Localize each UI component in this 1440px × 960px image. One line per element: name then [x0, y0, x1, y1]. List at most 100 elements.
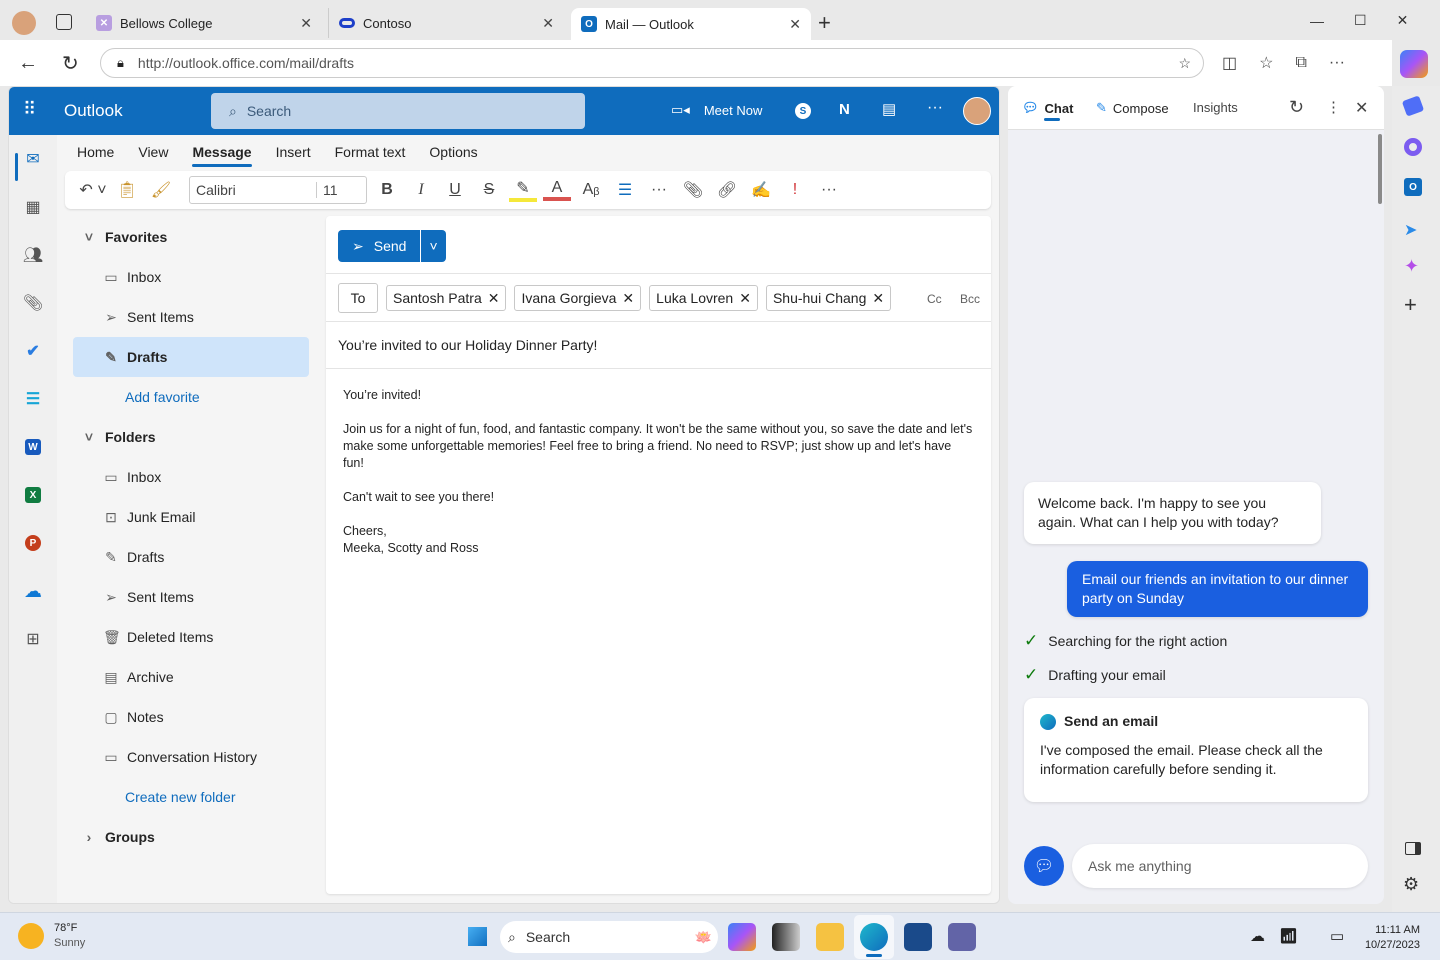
- tab-format-text[interactable]: Format text: [323, 141, 418, 165]
- paste-icon[interactable]: 📋︎: [113, 180, 141, 200]
- font-color-icon[interactable]: A: [543, 179, 571, 201]
- tab-chat[interactable]: 💬︎Chat: [1022, 100, 1073, 116]
- underline-icon[interactable]: U: [441, 181, 469, 199]
- folder-conversation-history[interactable]: ▭Conversation History: [73, 737, 309, 777]
- m365-icon[interactable]: [1404, 138, 1422, 156]
- search-box[interactable]: ⌕Search: [211, 93, 585, 129]
- teams-icon[interactable]: [948, 923, 976, 951]
- tab-view[interactable]: View: [126, 141, 180, 165]
- fav-inbox[interactable]: ▭Inbox: [73, 257, 309, 297]
- add-favorite-icon[interactable]: ☆: [1178, 55, 1191, 72]
- recipient-chip[interactable]: Santosh Patra✕: [386, 285, 506, 311]
- designer-icon[interactable]: ✦: [1404, 256, 1419, 277]
- undo-icon[interactable]: ↶ ˅: [79, 180, 107, 200]
- onedrive-icon[interactable]: ☁: [9, 567, 57, 615]
- refresh-icon[interactable]: ↻: [1289, 97, 1304, 118]
- back-button[interactable]: ←: [18, 52, 38, 75]
- favorites-header[interactable]: ˅Favorites: [73, 217, 309, 257]
- close-tab-icon[interactable]: ✕: [300, 15, 312, 32]
- importance-icon[interactable]: !: [781, 181, 809, 199]
- app-launcher-icon[interactable]: ⠿: [23, 99, 36, 120]
- outlook-sidebar-icon[interactable]: O: [1404, 178, 1422, 196]
- battery-icon[interactable]: ▭: [1330, 927, 1344, 945]
- bullets-icon[interactable]: ☰: [611, 180, 639, 200]
- minimize-button[interactable]: —: [1310, 13, 1324, 29]
- todo-icon[interactable]: ✔: [9, 327, 57, 375]
- powerpoint-icon[interactable]: P: [9, 519, 57, 567]
- tab-bellows-college[interactable]: ✕ Bellows College ✕: [86, 8, 322, 38]
- font-picker[interactable]: Calibri 11: [189, 176, 367, 204]
- copilot-taskbar-icon[interactable]: [728, 923, 756, 951]
- bold-icon[interactable]: B: [373, 181, 401, 199]
- edge-taskbar-icon[interactable]: [860, 923, 888, 951]
- onenote-icon[interactable]: N: [839, 101, 850, 118]
- tab-compose[interactable]: ✎Compose: [1096, 100, 1169, 116]
- close-tab-icon[interactable]: ✕: [789, 16, 801, 33]
- calendar-sync-icon[interactable]: ▤: [882, 100, 896, 118]
- remove-recipient-icon[interactable]: ✕: [488, 290, 500, 307]
- folder-archive[interactable]: ▤Archive: [73, 657, 309, 697]
- people-icon[interactable]: 👥︎: [9, 231, 57, 279]
- message-body[interactable]: You’re invited! Join us for a night of f…: [343, 387, 973, 557]
- hide-sidebar-icon[interactable]: [1405, 842, 1421, 855]
- calendar-icon[interactable]: ▦: [9, 183, 57, 231]
- tab-actions-icon[interactable]: [56, 14, 72, 30]
- folders-header[interactable]: ˅Folders: [73, 417, 309, 457]
- scrollbar[interactable]: [1378, 134, 1382, 204]
- more-icon[interactable]: ···: [927, 99, 943, 117]
- collections-icon[interactable]: ⧉: [1295, 54, 1306, 72]
- remove-recipient-icon[interactable]: ✕: [872, 290, 884, 307]
- maximize-button[interactable]: ☐: [1354, 12, 1367, 29]
- tab-contoso[interactable]: Contoso ✕: [328, 8, 564, 38]
- weather-widget[interactable]: 78°FSunny: [18, 921, 85, 951]
- task-view-icon[interactable]: [772, 923, 800, 951]
- viva-icon[interactable]: ☰: [9, 375, 57, 423]
- highlight-icon[interactable]: ✎: [509, 178, 537, 202]
- excel-icon[interactable]: X: [9, 471, 57, 519]
- remove-recipient-icon[interactable]: ✕: [622, 290, 634, 307]
- refresh-button[interactable]: ↻: [62, 51, 79, 76]
- add-sidebar-app-button[interactable]: +: [1404, 292, 1417, 318]
- close-icon[interactable]: ✕: [1355, 98, 1368, 118]
- address-bar[interactable]: 🔒︎ http://outlook.office.com/mail/drafts…: [100, 48, 1204, 78]
- signature-icon[interactable]: ✍: [747, 180, 775, 200]
- create-folder-link[interactable]: Create new folder: [73, 777, 309, 817]
- send-button[interactable]: ➢Send ˅: [338, 230, 446, 262]
- folder-notes[interactable]: ▢Notes: [73, 697, 309, 737]
- skype-icon[interactable]: S: [795, 103, 811, 119]
- folder-sent[interactable]: ➢Sent Items: [73, 577, 309, 617]
- bcc-button[interactable]: Bcc: [960, 292, 980, 306]
- more-apps-icon[interactable]: ⊞: [9, 615, 57, 663]
- format-painter-icon[interactable]: 🖌︎: [147, 180, 175, 200]
- tab-outlook[interactable]: O Mail — Outlook ✕: [571, 8, 811, 40]
- fav-sent-items[interactable]: ➢Sent Items: [73, 297, 309, 337]
- meet-now-button[interactable]: ▭◂Meet Now: [671, 102, 762, 118]
- new-chat-button[interactable]: 💬︎: [1024, 846, 1064, 886]
- recipient-chip[interactable]: Ivana Gorgieva✕: [514, 285, 641, 311]
- start-button[interactable]: [466, 925, 489, 948]
- profile-avatar[interactable]: [12, 11, 36, 35]
- strikethrough-icon[interactable]: S: [475, 181, 503, 199]
- word-icon[interactable]: W: [9, 423, 57, 471]
- more-options-icon[interactable]: ···: [815, 181, 843, 199]
- attach-icon[interactable]: 📎︎: [679, 180, 707, 200]
- file-explorer-icon[interactable]: [816, 923, 844, 951]
- folder-junk[interactable]: ⊡Junk Email: [73, 497, 309, 537]
- subject-field[interactable]: You’re invited to our Holiday Dinner Par…: [338, 337, 597, 353]
- copilot-icon[interactable]: [1400, 50, 1428, 78]
- tab-insert[interactable]: Insert: [264, 141, 323, 165]
- send-options-chevron[interactable]: ˅: [420, 230, 445, 262]
- more-format-icon[interactable]: ···: [645, 181, 673, 199]
- tab-options[interactable]: Options: [417, 141, 489, 165]
- clear-format-icon[interactable]: Aᵦ: [577, 181, 605, 199]
- groups-header[interactable]: ›Groups: [73, 817, 309, 857]
- shopping-tag-icon[interactable]: [1402, 95, 1424, 116]
- attachment-icon[interactable]: 📎︎: [9, 279, 57, 327]
- link-icon[interactable]: 🔗︎: [713, 180, 741, 200]
- folder-drafts[interactable]: ✎Drafts: [73, 537, 309, 577]
- new-tab-button[interactable]: +: [818, 10, 831, 36]
- italic-icon[interactable]: I: [407, 181, 435, 199]
- fav-drafts[interactable]: ✎Drafts: [73, 337, 309, 377]
- onedrive-tray-icon[interactable]: ☁: [1250, 927, 1265, 945]
- add-favorite-link[interactable]: Add favorite: [73, 377, 309, 417]
